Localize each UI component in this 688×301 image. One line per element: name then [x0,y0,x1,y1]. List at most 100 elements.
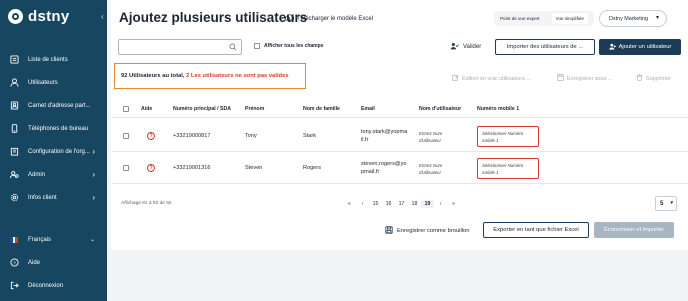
username-input[interactable]: Entrez Nom d'utilisateur [419,162,442,176]
bulk-edit-label: Édition en vrac utilisateurs ... [462,75,531,82]
add-user-button[interactable]: Ajouter un utilisateur [599,39,681,55]
pagination: « ‹ 15 16 17 18 19 › » [343,200,460,208]
error-help-icon[interactable]: ? [147,132,155,140]
cloud-download-icon [284,14,295,23]
import-users-label: Importer des utilisateurs de ... [506,44,584,50]
french-flag-icon [9,235,19,245]
email-line: steven.rogers@yo [361,161,407,167]
username-placeholder: Entrez Nom [419,163,443,168]
main-number-cell: +33219000817 [173,133,211,139]
column-header: Numéro principal / SDA [173,106,231,112]
row-checkbox[interactable] [123,133,129,139]
email-line: il.fr [361,137,369,143]
email-line: tony.stark@yopma [361,129,408,135]
save-draft-button[interactable]: Enregistrer comme brouillon [385,226,470,236]
search-input[interactable] [118,39,242,55]
validate-label: Valider [463,44,482,50]
column-header: Prénom [245,106,265,112]
select-all-checkbox[interactable] [123,106,129,112]
address-book-icon [9,101,19,111]
logout-icon [9,281,19,291]
validate-button[interactable]: Valider [450,42,481,52]
expert-view-option[interactable]: Point de vue expert [500,16,540,21]
show-all-fields-label: Afficher tous les champs [264,43,324,49]
mobile-number-select[interactable]: Sélectionner Numéro mobile 1 [477,158,539,179]
sidebar-nav: Liste de clients Utilisateurs Carnet d'a… [0,48,107,209]
validation-summary: 92 Utilisateurs au total, 2 Les utilisat… [114,63,306,89]
username-input[interactable]: Entrez Nom d'utilisateur [419,130,442,144]
caret-down-icon: ▾ [670,200,673,206]
column-header: Aide [141,106,153,112]
sidebar-item-users[interactable]: Utilisateurs [0,71,107,94]
next-page-button[interactable]: › [434,201,447,207]
sidebar-item-label: Utilisateurs [28,79,58,86]
last-name-cell: Stark [303,133,317,139]
account-name: Dstny Marketing [609,15,648,22]
sidebar-item-desk-phones[interactable]: Téléphones de bureau [0,117,107,140]
mobile-number-select[interactable]: Sélectionner Numéro mobile 1 [477,126,539,147]
sidebar-item-label: Téléphones de bureau [28,125,89,132]
language-label: Français [28,236,52,243]
trash-icon [636,74,643,83]
total-users-text: 92 Utilisateurs au total, [121,73,185,79]
last-page-button[interactable]: » [447,201,460,207]
language-selector[interactable]: Français ⌄ [0,228,107,251]
first-name-cell: Tony [245,133,257,139]
page-button[interactable]: 16 [382,201,395,207]
import-users-button[interactable]: Importer des utilisateurs de ... [495,39,595,55]
bulk-edit-button[interactable]: Édition en vrac utilisateurs ... [452,74,531,83]
logout-label: Déconnexion [28,282,64,289]
sidebar-item-org-config[interactable]: Configuration de l'org... › [0,140,107,163]
error-help-icon[interactable]: ? [147,164,155,172]
save-draft-label: Enregistrer comme brouillon [397,228,470,234]
show-all-fields-checkbox[interactable] [254,43,260,49]
save-import-button[interactable]: Économiser et importer [594,222,674,238]
delete-label: Supprimer [646,75,671,82]
chevron-down-icon: ⌄ [89,237,95,243]
delete-button[interactable]: Supprimer [636,74,671,83]
table-header: Aide Numéro principal / SDA Prénom Nom d… [111,101,688,118]
sidebar-item-label: Liste de clients [28,56,68,63]
page-button[interactable]: 15 [369,201,382,207]
sidebar-item-logout[interactable]: Déconnexion [0,274,107,297]
page-button[interactable]: 17 [395,201,408,207]
sidebar-item-label: Configuration de l'org... [28,148,90,155]
phone-icon [9,124,19,134]
last-name-cell: Rogers [303,165,322,171]
simple-view-option[interactable]: Vue simplifiée [551,13,588,24]
pagination-info: Affichage 91 à 92 de 92 [121,201,172,206]
download-template-link[interactable]: Télécharger le modèle Excel [284,14,373,23]
table-row: ? +33219001316 Steven Rogers steven.roge… [111,153,688,184]
main-content: Ajoutez plusieurs utilisateurs Télécharg… [111,0,688,301]
search-icon [229,43,237,53]
chevron-right-icon: › [92,147,95,156]
sidebar-item-label: Infos client [28,194,57,201]
collapse-sidebar-icon[interactable]: ‹ [101,12,104,21]
show-all-fields-toggle[interactable]: Afficher tous les champs [254,43,323,49]
dstny-logo[interactable]: dstny [8,8,70,25]
invalid-users-text: 2 Les utilisateurs ne sont pas valides [186,73,289,79]
export-excel-label: Exporter en tant que fichier Excel [493,227,579,233]
prev-page-button[interactable]: ‹ [356,201,369,207]
save-import-label: Économiser et importer [604,227,664,233]
first-page-button[interactable]: « [343,201,356,207]
mobile-placeholder: mobile 1 [482,170,499,175]
username-placeholder: d'utilisateur [419,170,442,175]
username-placeholder: d'utilisateur [419,138,442,143]
row-checkbox[interactable] [123,165,129,171]
current-page-button[interactable]: 19 [421,200,434,208]
column-header: Nom de famille [303,106,340,112]
sidebar-item-address-book[interactable]: Carnet d'adresse part... [0,94,107,117]
sidebar-item-admin[interactable]: Admin › [0,163,107,186]
sidebar-item-clients[interactable]: Liste de clients [0,48,107,71]
export-excel-button[interactable]: Exporter en tant que fichier Excel [483,222,589,238]
save-as-label: Enregistrer sous ... [567,75,613,82]
sidebar-bottom: Français ⌄ ? Aide Déconnexion [0,228,107,297]
table-row: ? +33219000817 Tony Stark tony.stark@yop… [111,121,688,152]
page-size-select[interactable]: 5 ▾ [655,196,677,211]
page-button[interactable]: 18 [408,201,421,207]
account-dropdown[interactable]: Dstny Marketing ▾ [599,10,667,27]
save-as-button[interactable]: Enregistrer sous ... [557,74,612,83]
sidebar-item-client-info[interactable]: Infos client › [0,186,107,209]
sidebar-item-help[interactable]: ? Aide [0,251,107,274]
